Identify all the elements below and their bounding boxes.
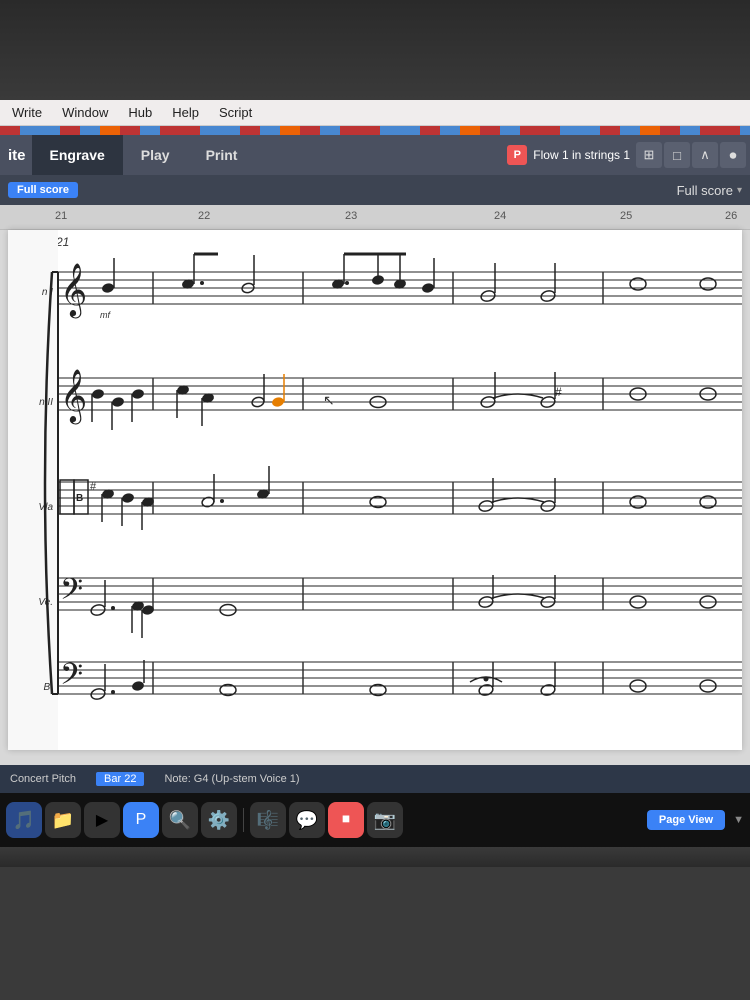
menu-window[interactable]: Window — [62, 105, 108, 120]
taskbar-clock: ▼ — [733, 814, 744, 826]
svg-text:Ve.: Ve. — [38, 597, 53, 608]
score-area: 21 22 23 24 25 26 21 n I n II Vla Ve. B. — [0, 205, 750, 765]
menu-script[interactable]: Script — [219, 105, 252, 120]
svg-text:B: B — [76, 493, 83, 504]
taskbar-sep — [243, 808, 244, 832]
svg-text:𝄢: 𝄢 — [60, 658, 83, 698]
taskbar-right-area: Page View ▼ — [647, 810, 744, 830]
taskbar-icon-8[interactable]: 💬 — [289, 802, 325, 838]
toolbar-icon-grid[interactable]: ⊞ — [636, 142, 662, 168]
score-white-area[interactable]: 21 n I n II Vla Ve. B. — [8, 230, 742, 750]
svg-text:𝄢: 𝄢 — [60, 573, 83, 613]
taskbar-icon-10[interactable]: 📷 — [367, 802, 403, 838]
ruler: 21 22 23 24 25 26 — [0, 205, 750, 230]
menu-hub[interactable]: Hub — [128, 105, 152, 120]
menu-bar: Write Window Hub Help Script — [0, 100, 750, 126]
score-badge[interactable]: Full score — [8, 182, 78, 198]
flow-label-area: P Flow 1 in strings 1 — [507, 145, 636, 165]
ruler-num-25: 25 — [620, 210, 632, 222]
flow-label-text: Flow 1 in strings 1 — [533, 148, 630, 162]
svg-text:𝄞: 𝄞 — [60, 369, 87, 424]
mode-tab-partial-ite[interactable]: ite — [0, 135, 32, 175]
menu-write[interactable]: Write — [12, 105, 42, 120]
taskbar-icon-5[interactable]: 🔍 — [162, 802, 198, 838]
monitor-bottom-bezel — [0, 847, 750, 867]
taskbar: 🎵 📁 ▶ P 🔍 ⚙️ 🎼 💬 ⏹ 📷 Page View ▼ — [0, 793, 750, 847]
ruler-num-21: 21 — [55, 210, 67, 222]
taskbar-icon-2[interactable]: 📁 — [45, 802, 81, 838]
taskbar-icon-4[interactable]: P — [123, 802, 159, 838]
svg-text:#: # — [555, 385, 562, 399]
mode-tab-play[interactable]: Play — [123, 135, 188, 175]
taskbar-finder-icon[interactable]: 🎵 — [6, 802, 42, 838]
status-bar: Concert Pitch Bar 22 Note: G4 (Up-stem V… — [0, 765, 750, 793]
menu-help[interactable]: Help — [172, 105, 199, 120]
toolbar-icon-record[interactable]: ⏺ — [720, 142, 746, 168]
mode-tab-engrave[interactable]: Engrave — [32, 135, 123, 175]
chevron-down-icon: ▾ — [737, 185, 742, 196]
note-info: Note: G4 (Up-stem Voice 1) — [164, 773, 299, 785]
taskbar-icon-6[interactable]: ⚙️ — [201, 802, 237, 838]
taskbar-icon-3[interactable]: ▶ — [84, 802, 120, 838]
page-view-button[interactable]: Page View — [647, 810, 725, 830]
ruler-num-23: 23 — [345, 210, 357, 222]
toolbar-colorbar — [0, 126, 750, 135]
ruler-num-24: 24 — [494, 210, 506, 222]
taskbar-icon-7[interactable]: 🎼 — [250, 802, 286, 838]
score-notation-svg: n I n II Vla Ve. B. 𝄞 — [8, 230, 742, 750]
svg-text:↖: ↖ — [323, 392, 335, 408]
ruler-num-22: 22 — [198, 210, 210, 222]
flow-icon: P — [507, 145, 527, 165]
score-dropdown-label[interactable]: Full score ▾ — [677, 183, 742, 198]
toolbar-icon-square[interactable]: □ — [664, 142, 690, 168]
monitor-top-bezel — [0, 0, 750, 100]
concert-pitch-label: Concert Pitch — [10, 773, 76, 785]
bar-indicator: Bar 22 — [96, 772, 144, 786]
mode-tab-print[interactable]: Print — [188, 135, 256, 175]
svg-text:mf: mf — [100, 310, 111, 320]
toolbar-icon-chevron[interactable]: ∧ — [692, 142, 718, 168]
score-bar: Full score Full score ▾ — [0, 175, 750, 205]
mode-tabs-bar: ite Engrave Play Print P Flow 1 in strin… — [0, 135, 750, 175]
svg-text:𝄞: 𝄞 — [60, 263, 87, 318]
svg-text:#: # — [90, 481, 97, 493]
ruler-num-26: 26 — [725, 210, 737, 222]
taskbar-icon-9[interactable]: ⏹ — [328, 802, 364, 838]
